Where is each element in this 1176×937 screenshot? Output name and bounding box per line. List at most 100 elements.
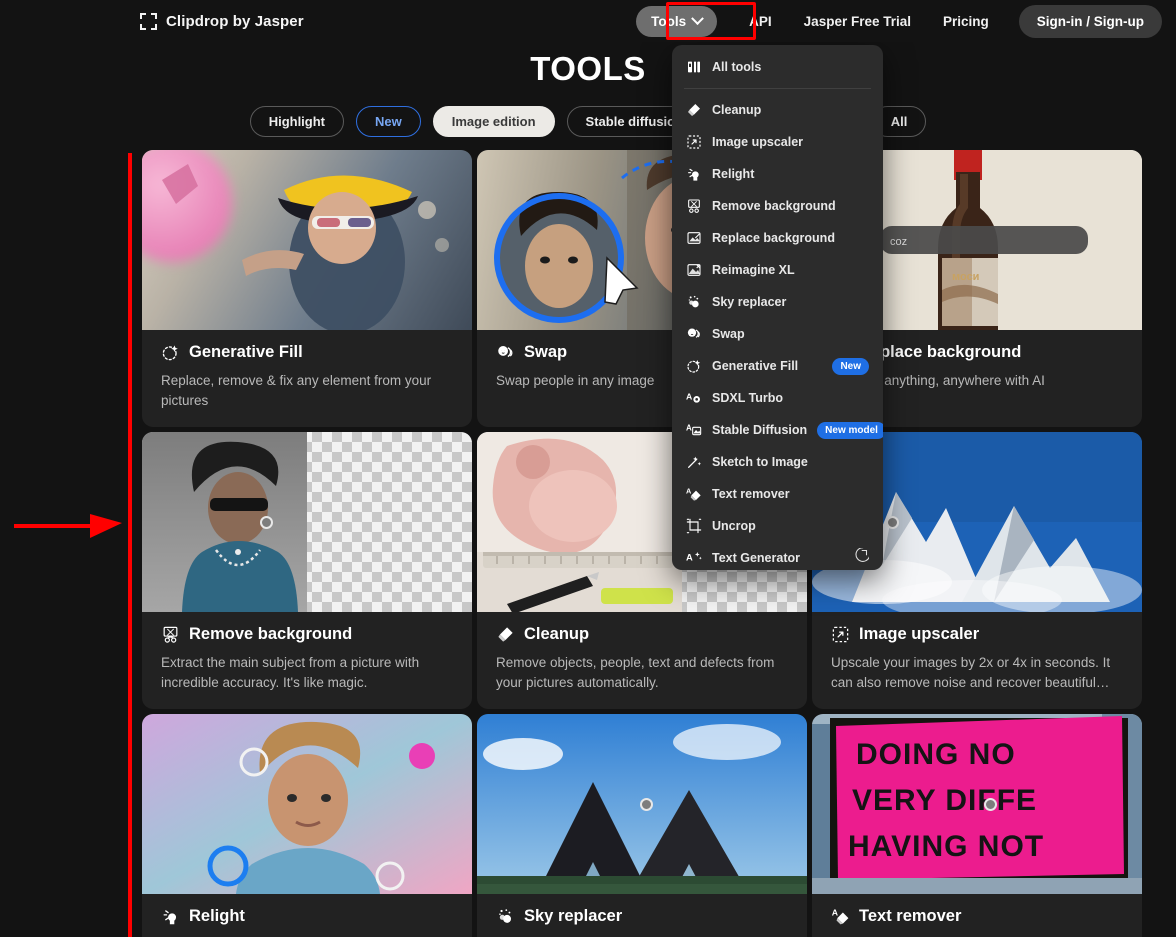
dropdown-item-label: Cleanup bbox=[712, 103, 762, 117]
dropdown-item-label: SDXL Turbo bbox=[712, 391, 784, 405]
svg-text:моси: моси bbox=[952, 271, 979, 283]
dropdown-item-reimagine-xl[interactable]: Reimagine XL bbox=[672, 254, 883, 286]
dropdown-separator bbox=[684, 88, 871, 89]
dropdown-item-replace-background[interactable]: Replace background bbox=[672, 222, 883, 254]
dropdown-item-relight[interactable]: Relight bbox=[672, 158, 883, 190]
card-image-billboard-photo: DOING NO VERY DIFFE HAVING NOT bbox=[812, 714, 1142, 895]
card-body: Sky replacer Replace gray sky with blue … bbox=[477, 894, 807, 937]
nav-tools-label: Tools bbox=[651, 13, 687, 29]
dropdown-item-stable-diffusion[interactable]: A Stable Diffusion New model bbox=[672, 414, 883, 446]
svg-text:A: A bbox=[686, 486, 692, 495]
card-title: Replace background bbox=[859, 343, 1022, 361]
dropdown-item-label: All tools bbox=[712, 60, 762, 74]
reimagine-icon bbox=[686, 262, 702, 278]
scissors-icon bbox=[686, 198, 702, 214]
tool-card-remove-background[interactable]: Remove background Extract the main subje… bbox=[142, 432, 472, 710]
dropdown-item-sketch-to-image[interactable]: Sketch to Image bbox=[672, 446, 883, 478]
billboard-line-2: VERY DIFFE bbox=[852, 784, 1037, 817]
dropdown-item-image-upscaler[interactable]: Image upscaler bbox=[672, 126, 883, 158]
card-head: Generative Fill bbox=[161, 343, 453, 362]
tool-card-generative-fill[interactable]: Generative Fill Replace, remove & fix an… bbox=[142, 150, 472, 428]
dropdown-item-label: Text Generator bbox=[712, 551, 800, 565]
dropdown-item-label: Replace background bbox=[712, 231, 835, 245]
card-head: A Text remover bbox=[831, 907, 1123, 926]
billboard-line-1: DOING NO bbox=[856, 738, 1016, 771]
card-title: Text remover bbox=[859, 907, 962, 926]
dropdown-item-text-generator[interactable]: A Text Generator bbox=[672, 542, 883, 570]
svg-text:A: A bbox=[686, 424, 692, 433]
nav-tools-button[interactable]: Tools bbox=[636, 5, 718, 37]
dropdown-item-label: Swap bbox=[712, 327, 745, 341]
svg-text:A: A bbox=[832, 908, 839, 918]
card-title: Remove background bbox=[189, 625, 353, 644]
filter-pill-highlight[interactable]: Highlight bbox=[249, 106, 345, 137]
nav-link-pricing[interactable]: Pricing bbox=[927, 6, 1005, 37]
dropdown-item-text-remover[interactable]: A Text remover bbox=[672, 478, 883, 510]
nav-link-api[interactable]: API bbox=[733, 6, 788, 37]
tools-dropdown-menu: All tools Cleanup Image upscaler Relight… bbox=[672, 45, 883, 570]
swap-face-icon bbox=[686, 326, 702, 342]
card-head: Relight bbox=[161, 907, 453, 926]
upscale-icon bbox=[686, 134, 702, 150]
dropdown-item-label: Relight bbox=[712, 167, 755, 181]
card-title: Cleanup bbox=[524, 625, 590, 644]
dropdown-item-sdxl-turbo[interactable]: A SDXL Turbo bbox=[672, 382, 883, 414]
crop-icon bbox=[686, 518, 702, 534]
bulb-icon bbox=[161, 907, 180, 926]
card-title: Image upscaler bbox=[859, 625, 980, 644]
dropdown-item-label: Image upscaler bbox=[712, 135, 804, 149]
dropdown-item-label: Reimagine XL bbox=[712, 263, 795, 277]
card-body: Cleanup Remove objects, people, text and… bbox=[477, 612, 807, 709]
dropdown-item-swap[interactable]: Swap bbox=[672, 318, 883, 350]
filter-pill-image-edition[interactable]: Image edition bbox=[432, 106, 555, 137]
card-description: Extract the main subject from a picture … bbox=[161, 655, 420, 690]
card-image-portrait-cutout-photo bbox=[142, 432, 472, 613]
replace-bg-icon bbox=[686, 230, 702, 246]
swap-face-icon bbox=[496, 343, 515, 362]
top-navigation-bar: Clipdrop by Jasper Tools API Jasper Free… bbox=[0, 0, 1176, 42]
external-link-icon bbox=[854, 547, 870, 568]
card-body: Relight Relight your images with beautif… bbox=[142, 894, 472, 937]
dropdown-item-label: Sketch to Image bbox=[712, 455, 808, 469]
card-title: Sky replacer bbox=[524, 907, 623, 926]
card-image-relight-portrait-photo bbox=[142, 714, 472, 895]
dropdown-item-cleanup[interactable]: Cleanup bbox=[672, 94, 883, 126]
nav-link-jasper-free-trial[interactable]: Jasper Free Trial bbox=[788, 6, 927, 37]
dropdown-item-uncrop[interactable]: Uncrop bbox=[672, 510, 883, 542]
card-image-witch-photo bbox=[142, 150, 472, 330]
dropdown-item-label: Generative Fill bbox=[712, 359, 799, 373]
upscale-icon bbox=[831, 625, 850, 644]
chevron-down-icon bbox=[691, 11, 705, 25]
dropdown-item-label: Stable Diffusion bbox=[712, 423, 808, 437]
card-image-house-sky-photo bbox=[477, 714, 807, 895]
sign-in-sign-up-button[interactable]: Sign-in / Sign-up bbox=[1018, 4, 1162, 38]
card-body: Image upscaler Upscale your images by 2x… bbox=[812, 612, 1142, 709]
filter-pill-new[interactable]: New bbox=[356, 106, 421, 137]
dropdown-item-label: Remove background bbox=[712, 199, 836, 213]
badge-new: New bbox=[832, 357, 869, 375]
card-title: Swap bbox=[524, 343, 568, 361]
svg-text:A: A bbox=[686, 553, 693, 563]
magic-wand-icon bbox=[686, 454, 702, 470]
svg-text:coz: coz bbox=[890, 236, 907, 248]
tool-card-relight[interactable]: Relight Relight your images with beautif… bbox=[142, 714, 472, 937]
card-body: Remove background Extract the main subje… bbox=[142, 612, 472, 709]
card-body: A Text remover Remove text from any imag… bbox=[812, 894, 1142, 937]
dropdown-item-remove-background[interactable]: Remove background bbox=[672, 190, 883, 222]
card-head: Image upscaler bbox=[831, 625, 1123, 644]
dropdown-item-sky-replacer[interactable]: Sky replacer bbox=[672, 286, 883, 318]
brand[interactable]: Clipdrop by Jasper bbox=[140, 12, 304, 30]
card-head: Sky replacer bbox=[496, 907, 788, 926]
dropdown-item-label: Text remover bbox=[712, 487, 790, 501]
cloud-icon bbox=[496, 907, 515, 926]
card-description: Upscale your images by 2x or 4x in secon… bbox=[831, 655, 1111, 690]
all-tools-icon bbox=[686, 59, 702, 75]
a-eraser-icon: A bbox=[831, 907, 850, 926]
tool-card-text-remover[interactable]: DOING NO VERY DIFFE HAVING NOT A Text re… bbox=[812, 714, 1142, 937]
badge-new-model: New model bbox=[817, 421, 883, 439]
dropdown-item-all-tools[interactable]: All tools bbox=[672, 51, 883, 83]
dropdown-item-generative-fill[interactable]: Generative Fill New bbox=[672, 350, 883, 382]
cloud-icon bbox=[686, 294, 702, 310]
tool-card-sky-replacer[interactable]: Sky replacer Replace gray sky with blue … bbox=[477, 714, 807, 937]
a-eraser-icon: A bbox=[686, 486, 702, 502]
